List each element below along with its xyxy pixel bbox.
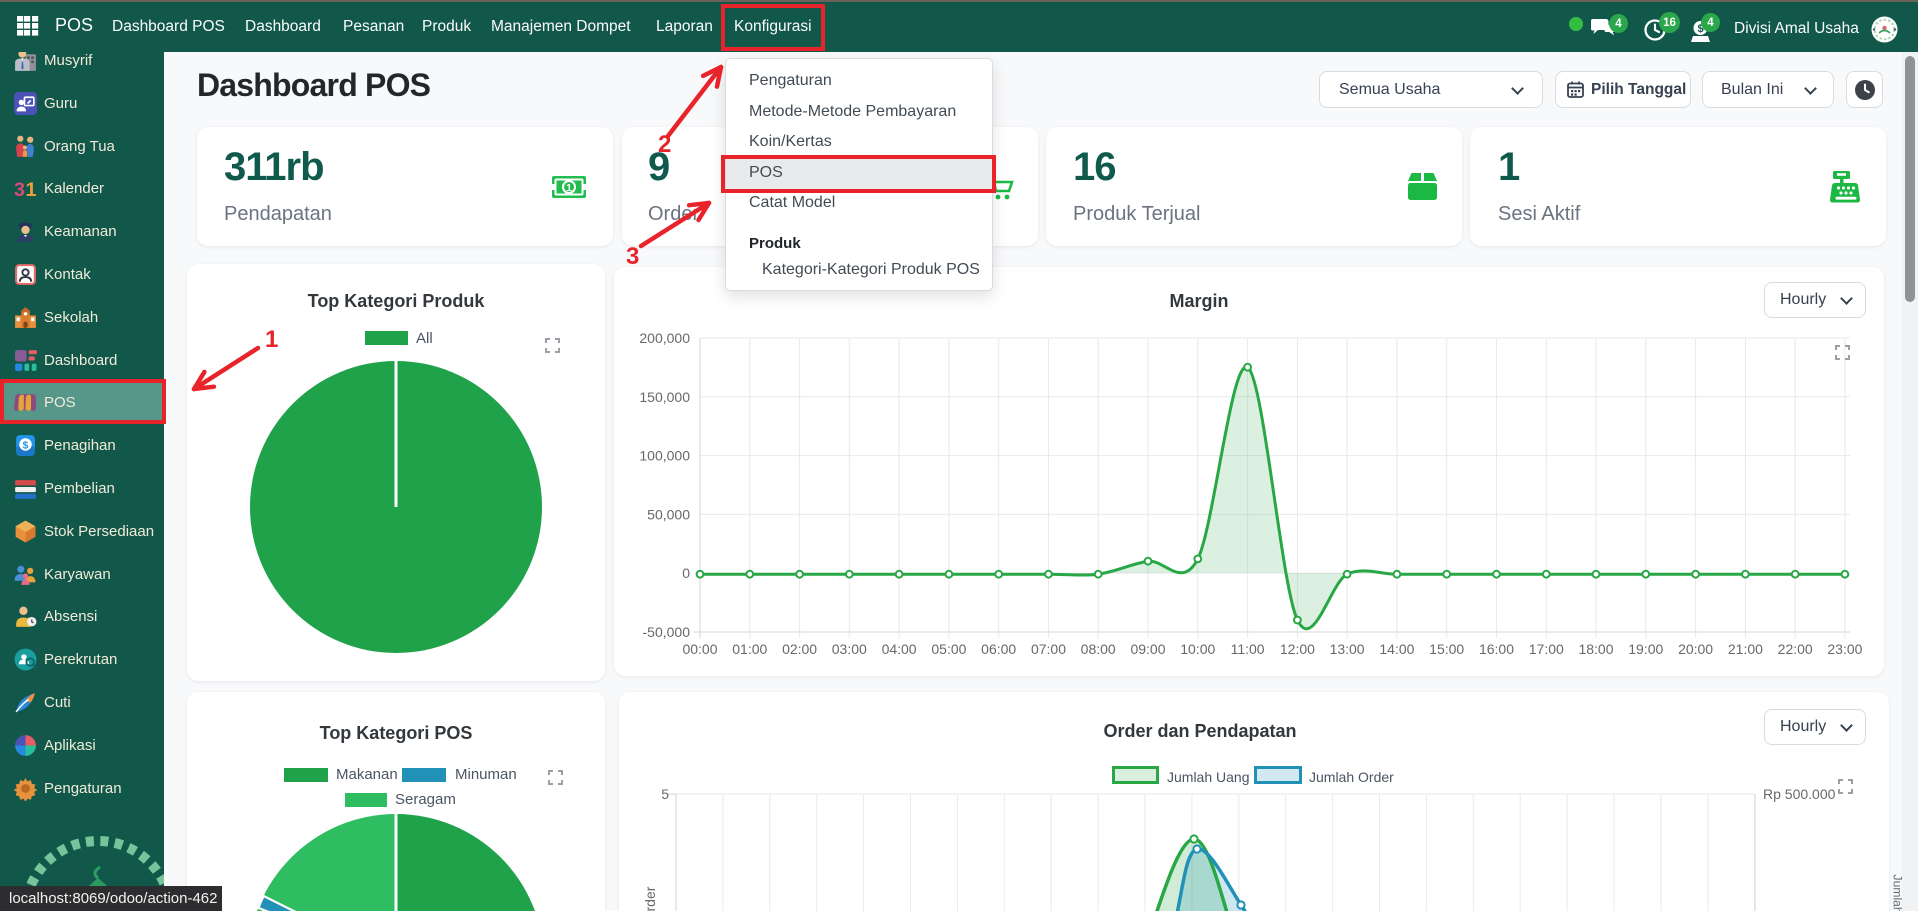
svg-text:01:00: 01:00 — [732, 641, 767, 657]
svg-text:23:00: 23:00 — [1827, 641, 1862, 657]
svg-text:3: 3 — [14, 178, 25, 200]
svg-text:00:00: 00:00 — [682, 641, 717, 657]
svg-text:18:00: 18:00 — [1578, 641, 1613, 657]
svg-text:200,000: 200,000 — [639, 330, 690, 346]
svg-text:5: 5 — [661, 786, 669, 802]
svg-text:12:00: 12:00 — [1280, 641, 1315, 657]
svg-text:09:00: 09:00 — [1130, 641, 1165, 657]
svg-text:22:00: 22:00 — [1778, 641, 1813, 657]
svg-text:14:00: 14:00 — [1379, 641, 1414, 657]
svg-text:03:00: 03:00 — [832, 641, 867, 657]
svg-text:50,000: 50,000 — [647, 506, 690, 522]
svg-text:15:00: 15:00 — [1429, 641, 1464, 657]
svg-text:3: 3 — [626, 243, 639, 270]
svg-text:100,000: 100,000 — [639, 448, 690, 464]
svg-text:0: 0 — [682, 565, 690, 581]
svg-text:08:00: 08:00 — [1081, 641, 1116, 657]
svg-text:05:00: 05:00 — [931, 641, 966, 657]
svg-text:16:00: 16:00 — [1479, 641, 1514, 657]
svg-text:-50,000: -50,000 — [643, 624, 691, 640]
svg-text:Jumlah Order: Jumlah Order — [642, 886, 658, 911]
svg-text:13:00: 13:00 — [1330, 641, 1365, 657]
svg-text:21:00: 21:00 — [1728, 641, 1763, 657]
svg-text:04:00: 04:00 — [882, 641, 917, 657]
svg-text:11:00: 11:00 — [1231, 641, 1265, 657]
svg-text:150,000: 150,000 — [639, 389, 690, 405]
svg-text:06:00: 06:00 — [981, 641, 1016, 657]
svg-text:10:00: 10:00 — [1180, 641, 1215, 657]
svg-text:1: 1 — [566, 182, 572, 194]
svg-text:19:00: 19:00 — [1628, 641, 1663, 657]
svg-text:02:00: 02:00 — [782, 641, 817, 657]
svg-text:Rp 500.000: Rp 500.000 — [1763, 786, 1836, 802]
svg-text:20:00: 20:00 — [1678, 641, 1713, 657]
svg-text:07:00: 07:00 — [1031, 641, 1066, 657]
svg-text:17:00: 17:00 — [1529, 641, 1564, 657]
svg-text:1: 1 — [26, 178, 37, 200]
svg-text:$: $ — [23, 440, 29, 451]
